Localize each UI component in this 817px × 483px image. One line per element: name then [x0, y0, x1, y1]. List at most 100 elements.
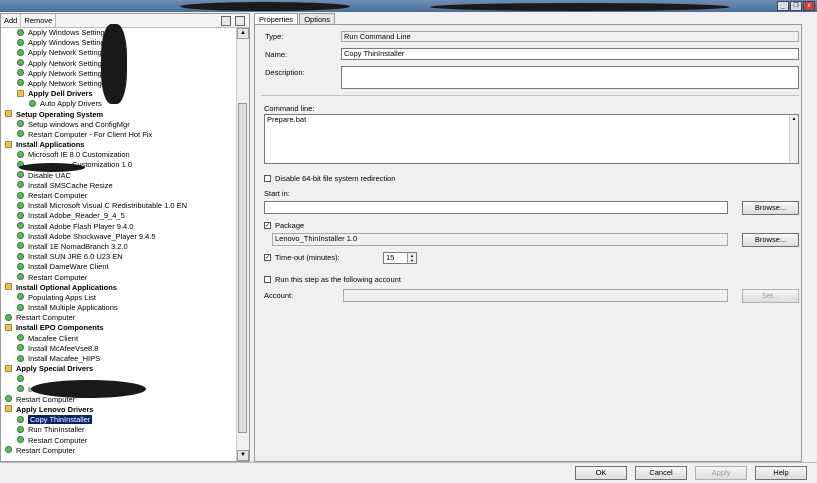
tree-item-label: Microsoft IE 8.0 Customization: [28, 150, 130, 160]
browse-start-in-button[interactable]: Browse...: [742, 201, 799, 215]
stepper-arrows-icon[interactable]: ▲ ▼: [407, 253, 416, 263]
tree-item-label: Install Multiple Applications: [28, 303, 118, 313]
tree-item-label: Install Adobe Shockwave_Player 9.4.5: [28, 231, 156, 241]
timeout-stepper[interactable]: 15 ▲ ▼: [383, 252, 417, 264]
tree-step[interactable]: Install McAfeeVse8.8: [1, 344, 237, 354]
tree-step[interactable]: Install Adobe_Reader_9_4_5: [1, 211, 237, 221]
tree-item-label: Apply Network Settings: [28, 78, 106, 88]
check-icon: [17, 344, 24, 352]
check-icon: [17, 415, 24, 423]
tree-step[interactable]: Copy ThinInstaller: [1, 415, 237, 425]
tree-item-label: Setup Operating System: [16, 109, 104, 119]
tree-step[interactable]: Install DameWare Client: [1, 262, 237, 272]
check-icon: [17, 171, 24, 179]
help-button[interactable]: Help: [755, 466, 807, 480]
add-button[interactable]: Add: [1, 14, 22, 27]
disable-64bit-checkbox[interactable]: [264, 175, 271, 182]
check-icon: [17, 48, 24, 56]
tree-step[interactable]: Restart Computer - For Client Hot Fix: [1, 130, 237, 140]
remove-button[interactable]: Remove: [21, 14, 57, 27]
tree-group[interactable]: Apply Lenovo Drivers: [1, 405, 237, 415]
close-button[interactable]: x: [803, 1, 815, 11]
tree-item-label: Setup windows and ConfigMgr: [28, 119, 130, 129]
tree-step[interactable]: Restart Computer: [1, 446, 237, 456]
tree-group[interactable]: Install EPO Components: [1, 323, 237, 333]
timeout-checkbox[interactable]: ✓: [264, 254, 271, 261]
tree-step[interactable]: Install SMSCache Resize: [1, 181, 237, 191]
properties-panel: Type: Run Command Line Name: Copy ThinIn…: [254, 24, 802, 462]
move-down-icon[interactable]: [235, 16, 245, 26]
redaction-mark: [31, 380, 146, 398]
tree-step[interactable]: Install Macafee_HIPS: [1, 354, 237, 364]
tree-step[interactable]: Install 1E NomadBranch 3.2.0: [1, 242, 237, 252]
tree-step[interactable]: Macafee Client: [1, 334, 237, 344]
tree-step[interactable]: Run ThinInstaller: [1, 425, 237, 435]
tree-scrollbar[interactable]: ▲ ▼: [236, 28, 249, 461]
tree-step[interactable]: Restart Computer: [1, 436, 237, 446]
tree-step[interactable]: Restart Computer: [1, 273, 237, 283]
ok-button[interactable]: OK: [575, 466, 627, 480]
tree-group[interactable]: Install Applications: [1, 140, 237, 150]
start-in-field[interactable]: [264, 201, 728, 214]
check-icon: [17, 150, 24, 158]
tree-group[interactable]: Setup Operating System: [1, 110, 237, 120]
tree-step[interactable]: Install Multiple Applications: [1, 303, 237, 313]
check-icon: [17, 262, 24, 270]
tree-item-label: Populating Apps List: [28, 292, 96, 302]
tree-step[interactable]: Setup windows and ConfigMgr: [1, 120, 237, 130]
tree-group[interactable]: Install Optional Applications: [1, 283, 237, 293]
run-as-checkbox[interactable]: [264, 276, 271, 283]
check-icon: [17, 211, 24, 219]
dialog-footer: OK Cancel Apply Help: [0, 462, 817, 483]
type-value: Run Command Line: [341, 31, 799, 42]
move-up-icon[interactable]: [221, 16, 231, 26]
tree-step[interactable]: Install Adobe Shockwave_Player 9.4.5: [1, 232, 237, 242]
tree-step[interactable]: Populating Apps List: [1, 293, 237, 303]
check-icon: [17, 425, 24, 433]
folder-icon: [5, 364, 12, 372]
tree-item-label: Apply Network Settings: [28, 58, 106, 68]
restore-button[interactable]: ❐: [790, 1, 802, 11]
tree-step[interactable]: Restart Computer: [1, 191, 237, 201]
tree-item-label: Restart Computer - For Client Hot Fix: [28, 129, 153, 139]
account-label: Account:: [264, 291, 294, 300]
check-icon: [17, 69, 24, 77]
type-label: Type:: [265, 32, 284, 41]
check-icon: [17, 303, 24, 311]
tree-step[interactable]: Disable UAC: [1, 171, 237, 181]
check-icon: [17, 242, 24, 250]
tree-item-label: Install Macafee_HIPS: [28, 354, 101, 363]
tree-step[interactable]: Microsoft IE 8.0 Customization: [1, 150, 237, 160]
folder-icon: [17, 89, 24, 97]
window-titlebar: _ ❐ x: [0, 0, 817, 12]
tree-step[interactable]: Restart Computer: [1, 313, 237, 323]
tree-group[interactable]: Apply Special Drivers: [1, 364, 237, 374]
package-field: Lenovo_ThinInstaller 1.0: [272, 233, 728, 246]
command-line-field[interactable]: Prepare.bat ▲: [264, 114, 799, 164]
name-field[interactable]: Copy ThinInstaller: [341, 48, 799, 60]
tree-item-label: Install Adobe_Reader_9_4_5: [28, 211, 125, 221]
check-icon: [17, 252, 24, 260]
apply-button[interactable]: Apply: [695, 466, 747, 480]
browse-package-button[interactable]: Browse...: [742, 233, 799, 247]
package-checkbox[interactable]: ✓: [264, 222, 271, 229]
tree-step[interactable]: Install Microsoft Visual C Redistributab…: [1, 201, 237, 211]
check-icon: [17, 38, 24, 46]
tree-step[interactable]: Install Adobe Flash Player 9.4.0: [1, 222, 237, 232]
tree-item-label: Install SMSCache Resize: [28, 180, 113, 190]
command-line-scrollbar[interactable]: ▲: [789, 115, 798, 163]
description-field[interactable]: [341, 66, 799, 89]
minimize-button[interactable]: _: [777, 1, 789, 11]
tree-item-label: Apply Special Drivers: [16, 364, 94, 374]
check-icon: [17, 436, 24, 444]
scroll-up-icon[interactable]: ▲: [237, 28, 249, 39]
set-account-button[interactable]: Set...: [742, 289, 799, 303]
scroll-thumb[interactable]: [238, 103, 247, 433]
redaction-mark: [430, 3, 730, 11]
cancel-button[interactable]: Cancel: [635, 466, 687, 480]
tree-step[interactable]: Install SUN JRE 6.0 U23 EN: [1, 252, 237, 262]
scroll-down-icon[interactable]: ▼: [237, 450, 249, 461]
task-sequence-pane: Add Remove Apply Windows Settings Apply W…: [0, 13, 250, 462]
timeout-label: Time-out (minutes):: [275, 253, 340, 262]
check-icon: [17, 354, 24, 362]
